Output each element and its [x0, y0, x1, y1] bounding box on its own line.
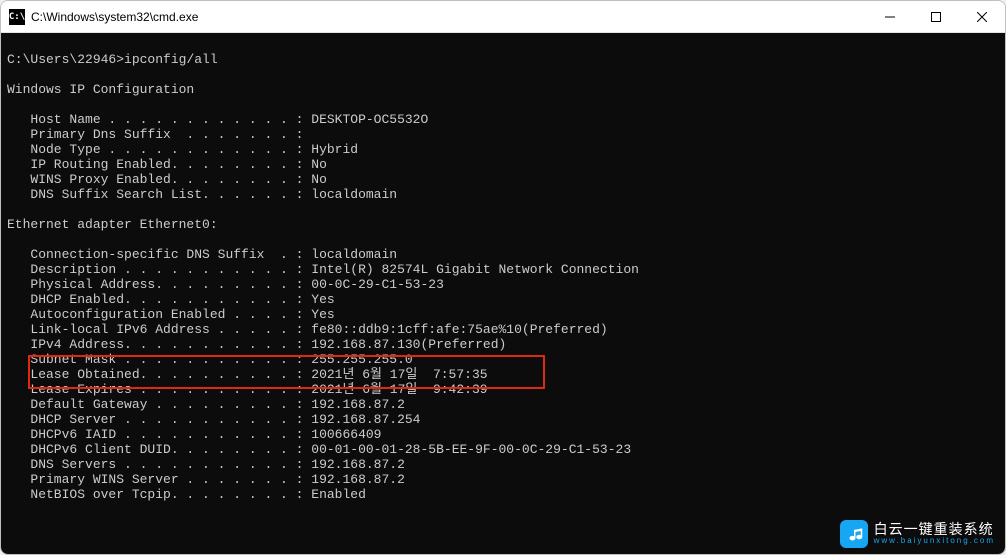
cfg-label: DHCPv6 IAID . . . . . . . . . . . :	[30, 427, 303, 442]
cfg-value: localdomain	[311, 247, 397, 262]
cfg-label: Lease Obtained. . . . . . . . . . :	[30, 367, 303, 382]
cfg-value: Yes	[311, 292, 334, 307]
cfg-value: 2021년 6월 17일 9:42:39	[311, 382, 487, 397]
cfg-value: No	[311, 157, 327, 172]
cfg-label: Primary Dns Suffix . . . . . . . :	[30, 127, 303, 142]
cfg-label: Link-local IPv6 Address . . . . . :	[30, 322, 303, 337]
cfg-value: DESKTOP-OC5532O	[311, 112, 428, 127]
cfg-label: Subnet Mask . . . . . . . . . . . :	[30, 352, 303, 367]
cfg-label: Primary WINS Server . . . . . . . :	[30, 472, 303, 487]
close-button[interactable]	[959, 1, 1005, 32]
cfg-value: 100666409	[311, 427, 381, 442]
terminal-output[interactable]: C:\Users\22946>ipconfig/all Windows IP C…	[1, 33, 1005, 554]
cfg-label: Autoconfiguration Enabled . . . . :	[30, 307, 303, 322]
cfg-value: Intel(R) 82574L Gigabit Network Connecti…	[311, 262, 639, 277]
prompt-command: ipconfig/all	[124, 52, 218, 67]
minimize-button[interactable]	[867, 1, 913, 32]
cfg-label: DHCP Enabled. . . . . . . . . . . :	[30, 292, 303, 307]
cfg-label: DNS Servers . . . . . . . . . . . :	[30, 457, 303, 472]
titlebar[interactable]: C:\ C:\Windows\system32\cmd.exe	[1, 1, 1005, 33]
cfg-value: 00-0C-29-C1-53-23	[311, 277, 444, 292]
cmd-window: C:\ C:\Windows\system32\cmd.exe C:\Users…	[0, 0, 1006, 555]
cfg-value: 192.168.87.2	[311, 472, 405, 487]
cfg-label: DHCP Server . . . . . . . . . . . :	[30, 412, 303, 427]
cfg-label: Lease Expires . . . . . . . . . . :	[30, 382, 303, 397]
watermark: 白云一键重装系统 www.baiyunxitong.com	[840, 520, 995, 548]
cfg-label: Physical Address. . . . . . . . . :	[30, 277, 303, 292]
cfg-value: localdomain	[311, 187, 397, 202]
section-header: Windows IP Configuration	[7, 82, 194, 97]
watermark-title: 白云一键重装系统	[874, 522, 995, 537]
maximize-button[interactable]	[913, 1, 959, 32]
cfg-label: WINS Proxy Enabled. . . . . . . . :	[30, 172, 303, 187]
cfg-value: fe80::ddb9:1cff:afe:75ae%10(Preferred)	[311, 322, 607, 337]
cfg-value: 192.168.87.2	[311, 457, 405, 472]
window-title: C:\Windows\system32\cmd.exe	[31, 10, 198, 24]
adapter-header: Ethernet adapter Ethernet0:	[7, 217, 218, 232]
cfg-label: DNS Suffix Search List. . . . . . :	[30, 187, 303, 202]
cfg-label: DHCPv6 Client DUID. . . . . . . . :	[30, 442, 303, 457]
cfg-value: Hybrid	[311, 142, 358, 157]
cfg-value: 2021년 6월 17일 7:57:35	[311, 367, 487, 382]
cfg-value: 192.168.87.2	[311, 397, 405, 412]
cfg-value: 192.168.87.130(Preferred)	[311, 337, 506, 352]
prompt-path: C:\Users\22946>	[7, 52, 124, 67]
cfg-label: Description . . . . . . . . . . . :	[30, 262, 303, 277]
watermark-url: www.baiyunxitong.com	[874, 537, 995, 546]
cfg-value: 192.168.87.254	[311, 412, 420, 427]
cfg-value: 00-01-00-01-28-5B-EE-9F-00-0C-29-C1-53-2…	[311, 442, 631, 457]
cfg-label: IPv4 Address. . . . . . . . . . . :	[30, 337, 303, 352]
cfg-label: NetBIOS over Tcpip. . . . . . . . :	[30, 487, 303, 502]
cfg-label: Default Gateway . . . . . . . . . :	[30, 397, 303, 412]
watermark-logo-icon	[840, 520, 868, 548]
cfg-label: Host Name . . . . . . . . . . . . :	[30, 112, 303, 127]
cmd-icon: C:\	[9, 9, 25, 25]
window-controls	[867, 1, 1005, 32]
cfg-value: Enabled	[311, 487, 366, 502]
cfg-label: Connection-specific DNS Suffix . :	[30, 247, 303, 262]
cfg-label: IP Routing Enabled. . . . . . . . :	[30, 157, 303, 172]
cfg-value: Yes	[311, 307, 334, 322]
cfg-value: 255.255.255.0	[311, 352, 412, 367]
cfg-label: Node Type . . . . . . . . . . . . :	[30, 142, 303, 157]
cfg-value: No	[311, 172, 327, 187]
